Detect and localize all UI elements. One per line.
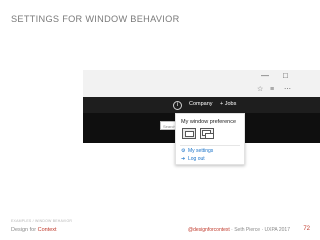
popup-title: My window preference xyxy=(181,119,237,125)
page-number: 72 xyxy=(303,226,310,232)
minimize-button[interactable]: — xyxy=(261,72,269,80)
footer-credits: @designforcontext · Seth Pierce · UXPA 2… xyxy=(188,227,290,233)
footer-brand: Design for Context xyxy=(11,227,57,233)
window-icon xyxy=(185,131,194,137)
popup-divider xyxy=(180,145,240,146)
maximize-button[interactable]: □ xyxy=(283,72,288,80)
footer-brand-text: Design for xyxy=(11,227,38,233)
window-preference-popup: My window preference ⚙ My settings ➜ Log o… xyxy=(175,113,245,165)
logout-icon: ➜ xyxy=(181,156,186,162)
menu-item-log-out[interactable]: ➜ Log out xyxy=(181,156,205,162)
footer-credits-text: · Seth Pierce · UXPA 2017 xyxy=(229,227,290,233)
gear-icon: ⚙ xyxy=(181,148,186,154)
footer-section-label: EXAMPLES / WINDOW BEHAVIOR xyxy=(11,219,73,223)
info-icon[interactable]: i xyxy=(173,101,182,110)
single-window-option[interactable] xyxy=(182,128,196,139)
footer-handle: @designforcontext xyxy=(188,227,230,233)
site-nav-bar: i Company + Jobs xyxy=(83,97,320,113)
menu-icon[interactable]: ≡ xyxy=(270,86,274,93)
menu-item-label: Log out xyxy=(188,156,205,162)
slide-title: SETTINGS FOR WINDOW BEHAVIOR xyxy=(11,14,180,24)
window-icon xyxy=(205,133,214,139)
footer-brand-accent: Context xyxy=(37,227,57,233)
more-icon[interactable]: ⋯ xyxy=(284,86,291,93)
menu-item-my-settings[interactable]: ⚙ My settings xyxy=(181,148,213,154)
nav-company-link[interactable]: Company xyxy=(189,101,213,107)
multi-window-option[interactable] xyxy=(200,128,214,139)
browser-chrome: — □ ☆ ≡ ⋯ xyxy=(83,70,320,98)
favorite-icon[interactable]: ☆ xyxy=(257,86,263,93)
nav-jobs-link[interactable]: + Jobs xyxy=(220,101,236,107)
menu-item-label: My settings xyxy=(188,148,214,154)
